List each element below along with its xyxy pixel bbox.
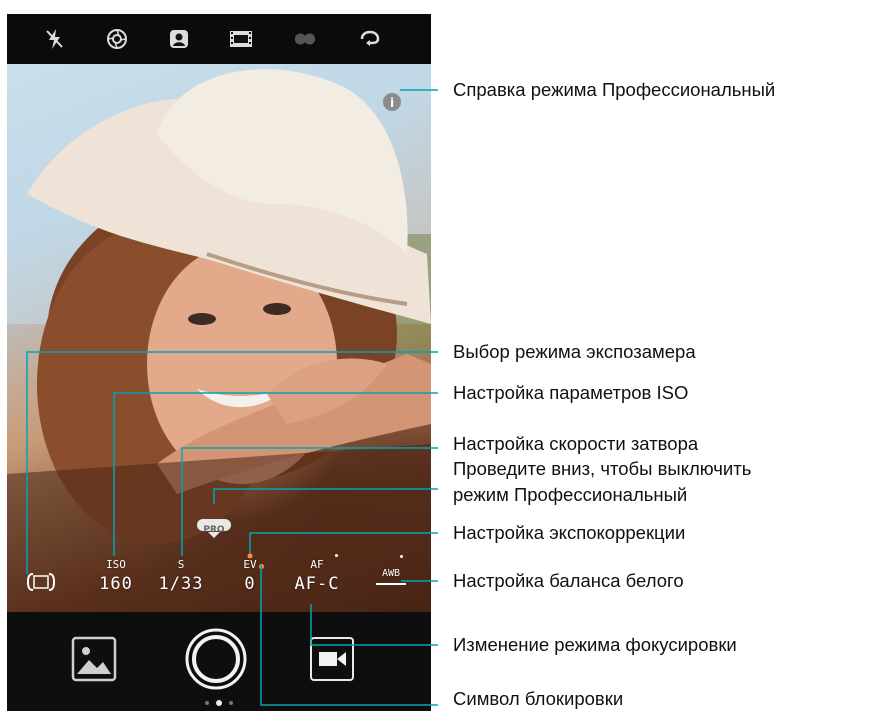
callout-swipe-line1: Проведите вниз, чтобы выключить [453, 458, 752, 479]
iso-control[interactable]: ISO 160 [92, 558, 140, 602]
callout-wb: Настройка баланса белого [453, 570, 684, 591]
video-camera-icon [310, 637, 354, 681]
flash-off-icon[interactable] [43, 27, 67, 51]
shutter-button[interactable] [185, 628, 247, 690]
af-dot-icon [335, 554, 338, 557]
pro-badge[interactable]: PRO [197, 519, 231, 535]
portrait-icon[interactable] [167, 27, 191, 51]
callout-lock: Символ блокировки [453, 688, 624, 709]
af-control[interactable]: AF AF-C [289, 558, 345, 602]
wb-underline [376, 583, 406, 585]
metering-control[interactable] [25, 572, 57, 592]
lock-dot-icon [259, 564, 264, 569]
film-filter-icon[interactable] [229, 27, 253, 51]
camera-bottom-bar [7, 612, 431, 711]
camera-top-bar [7, 14, 431, 64]
viewfinder[interactable]: i PRO ISO 160 S 1/33 EV 0 AF AF-C AWB [7, 64, 431, 612]
callout-focus: Изменение режима фокусировки [453, 634, 737, 655]
callout-pro-help: Справка режима Профессиональный [453, 79, 776, 100]
double-circle-icon[interactable] [293, 27, 317, 51]
shutter-control[interactable]: S 1/33 [157, 558, 205, 602]
metering-icon [26, 573, 56, 591]
gallery-thumbnail[interactable] [71, 636, 117, 682]
chevron-down-icon [208, 532, 220, 538]
wb-control[interactable]: AWB [371, 568, 411, 596]
af-value: AF-C [294, 574, 340, 594]
wb-label: AWB [381, 568, 401, 579]
phone-screen: i PRO ISO 160 S 1/33 EV 0 AF AF-C AWB [7, 14, 431, 711]
callout-metering: Выбор режима экспозамера [453, 341, 696, 362]
svg-text:i: i [390, 96, 394, 110]
shutter-icon [185, 628, 247, 690]
iso-label: ISO [106, 558, 126, 571]
ev-value: 0 [244, 574, 256, 594]
callout-swipe-line2: режим Профессиональный [453, 484, 688, 505]
callout-shutter: Настройка скорости затвора [453, 433, 699, 454]
aperture-icon[interactable] [105, 27, 129, 51]
callout-iso: Настройка параметров ISO [453, 382, 689, 403]
switch-camera-icon[interactable] [358, 27, 382, 51]
iso-value: 160 [99, 574, 133, 594]
page-indicator [203, 700, 235, 706]
af-label: AF [310, 558, 324, 571]
ev-control[interactable]: EV 0 [226, 558, 274, 602]
video-mode-button[interactable] [309, 636, 355, 682]
callout-ev: Настройка экспокоррекции [453, 522, 686, 543]
page-dot [229, 701, 233, 705]
page-dot-active [216, 700, 222, 706]
ev-label: EV [243, 558, 257, 571]
shutter-value: 1/33 [158, 574, 204, 594]
shutter-label: S [177, 558, 185, 571]
gallery-icon [71, 636, 117, 682]
page-dot [205, 701, 209, 705]
wb-dot-icon [400, 555, 403, 558]
